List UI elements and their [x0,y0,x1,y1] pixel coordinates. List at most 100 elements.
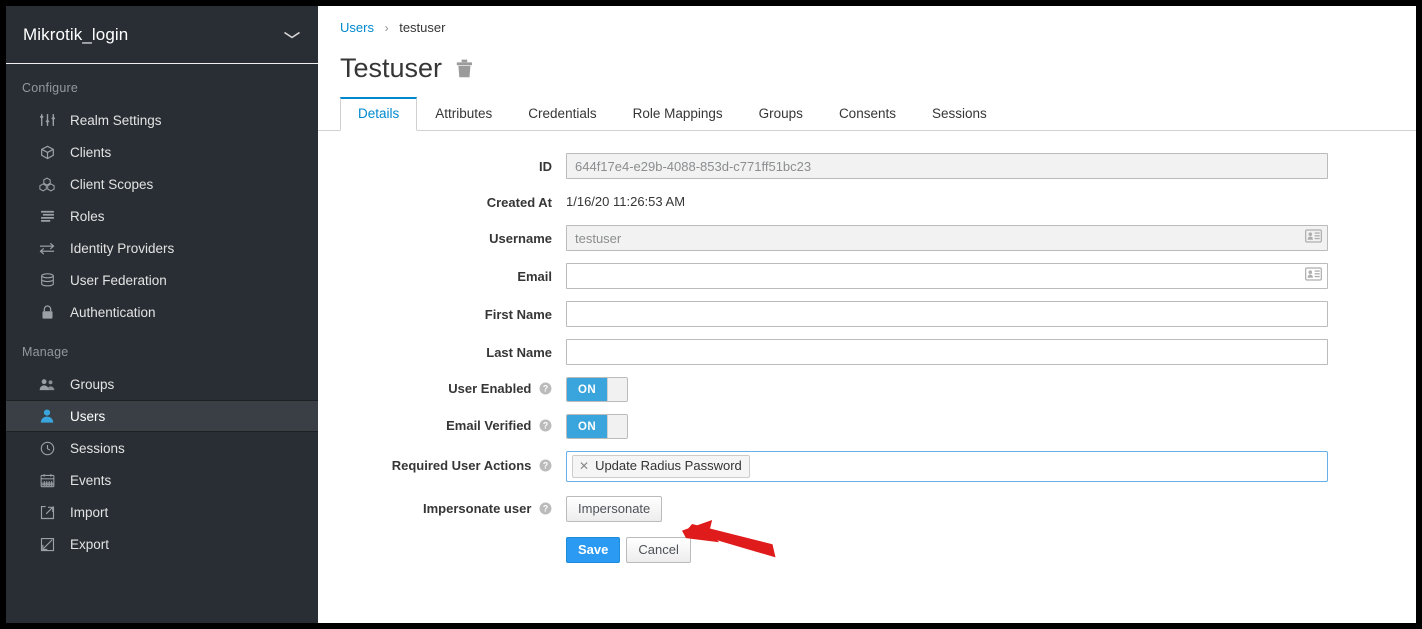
help-circle-icon[interactable]: ? [539,459,552,475]
form-row-created-at: Created At 1/16/20 11:26:53 AM [318,191,1416,213]
sidebar-item-label: Roles [70,208,105,224]
svg-text:?: ? [543,461,548,471]
close-x-icon[interactable]: ✕ [579,460,589,472]
sidebar: Mikrotik_login Configure Realm Settings … [6,6,318,623]
sidebar-item-label: Export [70,536,110,552]
main-content: Users › testuser Testuser Details Attrib… [318,6,1416,623]
sidebar-item-realm-settings[interactable]: Realm Settings [6,104,318,136]
form-row-user-enabled: User Enabled ? ON [318,377,1416,402]
last-name-input[interactable] [566,339,1328,365]
cubes-icon [36,176,58,192]
sidebar-item-label: Events [70,472,112,488]
breadcrumb-link-users[interactable]: Users [340,20,374,35]
import-arrow-icon [36,505,58,520]
sidebar-item-authentication[interactable]: Authentication [6,296,318,328]
form-row-last-name: Last Name [318,339,1416,365]
tab-role-mappings[interactable]: Role Mappings [615,97,741,131]
tab-sessions[interactable]: Sessions [914,97,1005,131]
sidebar-item-label: Client Scopes [70,176,154,192]
sidebar-item-client-scopes[interactable]: Client Scopes [6,168,318,200]
page-title: Testuser [340,53,443,83]
chip-label: Update Radius Password [595,458,742,473]
sidebar-item-label: Clients [70,144,112,160]
sidebar-item-label: Realm Settings [70,112,162,128]
toggle-state-label: ON [567,378,607,401]
export-arrow-icon [36,537,58,552]
cancel-button[interactable]: Cancel [626,537,691,563]
toggle-state-label: ON [567,415,607,438]
realm-name: Mikrotik_login [23,24,129,44]
sidebar-item-label: Identity Providers [70,240,175,256]
sidebar-item-label: Authentication [70,304,156,320]
sidebar-item-users[interactable]: Users [6,400,318,432]
form-row-actions: Save Cancel [318,537,1416,563]
label-text: User Enabled [448,381,532,396]
database-icon [36,272,58,288]
tab-bar: Details Attributes Credentials Role Mapp… [318,97,1416,131]
realm-selector[interactable]: Mikrotik_login [6,6,318,64]
created-at-value: 1/16/20 11:26:53 AM [566,194,686,209]
exchange-arrows-icon [36,242,58,255]
tab-details[interactable]: Details [340,97,418,131]
toggle-knob [607,415,627,438]
help-circle-icon[interactable]: ? [539,419,552,435]
form-row-impersonate: Impersonate user ? Impersonate [318,496,1416,522]
cube-icon [36,145,58,160]
tab-attributes[interactable]: Attributes [417,97,510,131]
list-icon [36,210,58,223]
form-row-email-verified: Email Verified ? ON [318,414,1416,439]
impersonate-button[interactable]: Impersonate [566,496,663,522]
svg-text:?: ? [543,503,548,513]
label-first-name: First Name [484,306,552,322]
label-text: Required User Actions [391,458,532,473]
chip-update-radius-password[interactable]: ✕ Update Radius Password [572,455,750,478]
breadcrumb-current: testuser [399,20,446,35]
label-impersonate-user: Impersonate user ? [318,501,566,518]
svg-text:?: ? [543,384,548,394]
required-user-actions-select[interactable]: ✕ Update Radius Password [566,451,1328,482]
save-button[interactable]: Save [566,537,621,563]
clock-icon [36,441,58,456]
sidebar-item-label: Groups [70,376,115,392]
screenshot-frame: Mikrotik_login Configure Realm Settings … [0,0,1422,629]
label-last-name: Last Name [486,344,552,360]
sidebar-item-user-federation[interactable]: User Federation [6,264,318,296]
tab-groups[interactable]: Groups [741,97,821,131]
label-created-at: Created At [486,194,552,210]
id-input[interactable] [566,153,1328,179]
tab-consents[interactable]: Consents [821,97,914,131]
sidebar-item-export[interactable]: Export [6,528,318,560]
sidebar-section-label-manage: Manage [22,345,69,359]
sidebar-item-sessions[interactable]: Sessions [6,432,318,464]
form-row-required-user-actions: Required User Actions ? ✕ Update Radius … [318,451,1416,482]
user-enabled-toggle[interactable]: ON [566,377,628,402]
calendar-icon [36,473,58,488]
sidebar-item-roles[interactable]: Roles [6,200,318,232]
username-input[interactable] [566,225,1328,251]
sidebar-item-identity-providers[interactable]: Identity Providers [6,232,318,264]
help-circle-icon[interactable]: ? [539,502,552,518]
contact-card-icon[interactable] [1305,267,1322,286]
form-row-id: ID [318,153,1416,179]
label-text: Email Verified [446,418,532,433]
sidebar-item-groups[interactable]: Groups [6,368,318,400]
first-name-input[interactable] [566,301,1328,327]
email-input[interactable] [566,263,1328,289]
label-email-verified: Email Verified ? [318,418,566,435]
sidebar-item-clients[interactable]: Clients [6,136,318,168]
sidebar-section-configure: Configure Realm Settings Clients Client … [6,64,318,328]
user-icon [36,409,58,423]
toggle-knob [607,378,627,401]
sidebar-item-events[interactable]: Events [6,464,318,496]
chevron-down-icon [283,29,301,41]
form-row-email: Email [318,263,1416,289]
users-group-icon [36,378,58,391]
tab-credentials[interactable]: Credentials [510,97,614,131]
form-row-username: Username [318,225,1416,251]
contact-card-icon[interactable] [1305,229,1322,248]
label-user-enabled: User Enabled ? [318,381,566,398]
email-verified-toggle[interactable]: ON [566,414,628,439]
help-circle-icon[interactable]: ? [539,382,552,398]
trash-icon[interactable] [456,59,473,78]
sidebar-item-import[interactable]: Import [6,496,318,528]
